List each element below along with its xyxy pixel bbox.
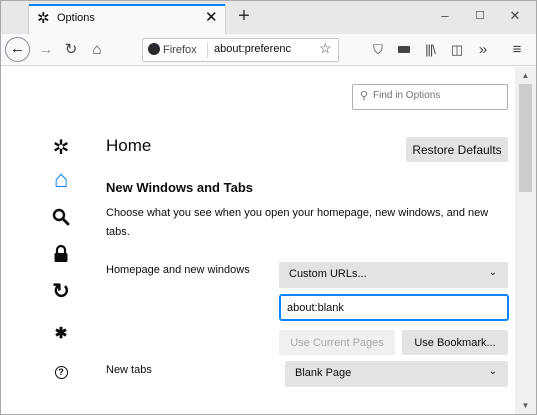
home-icon: ⌂ <box>92 41 102 58</box>
sidebar-icon: ◫ <box>450 42 464 57</box>
category-home[interactable]: ⌂ <box>49 168 73 192</box>
maximize-button[interactable]: ☐ <box>465 7 495 27</box>
lock-icon <box>54 244 68 262</box>
homepage-select[interactable]: Custom URLs... ⌄ <box>279 262 508 288</box>
category-search[interactable] <box>49 208 73 231</box>
url-bar[interactable]: Firefox about:preferenc ☆ <box>142 38 339 62</box>
new-tabs-label: New tabs <box>106 364 152 376</box>
section-description: Choose what you see when you open your h… <box>106 207 489 238</box>
homepage-select-value: Custom URLs... <box>289 268 367 280</box>
menu-button[interactable]: ≡ <box>507 39 527 61</box>
scroll-up-arrow-icon[interactable]: ▲ <box>515 67 536 84</box>
vertical-scrollbar[interactable]: ▲ ▼ <box>515 67 536 414</box>
find-in-options-box[interactable]: ⚲ <box>352 84 508 110</box>
restore-defaults-button[interactable]: Restore Defaults <box>406 137 508 162</box>
chevron-down-icon: ⌄ <box>488 267 497 278</box>
back-button[interactable]: ← <box>5 37 30 62</box>
navigation-toolbar: ← → ↻ ⌂ Firefox about:preferenc ☆ ⛉ |||\… <box>1 34 536 66</box>
sync-icon: ↻ <box>52 280 70 303</box>
firefox-logo-icon <box>148 43 160 55</box>
pocket-button[interactable]: ⛉ <box>368 39 388 61</box>
home-button[interactable]: ⌂ <box>87 39 107 61</box>
category-support[interactable]: ? <box>49 362 73 380</box>
preferences-page: ⚲ ✲ ⌂ ↻ ✱ ? Home Restore Defaults New Wi… <box>1 67 515 414</box>
back-icon: ← <box>10 40 25 57</box>
library-icon: |||\ <box>425 42 436 57</box>
url-separator <box>207 42 208 58</box>
minimize-button[interactable]: – <box>430 7 460 27</box>
home-icon: ⌂ <box>53 166 69 193</box>
browser-window: ✲ Options ✕ + – ☐ ✕ ← → ↻ ⌂ Firefox abou… <box>0 0 537 415</box>
tab-title: Options <box>57 12 95 24</box>
search-icon <box>52 208 70 226</box>
use-current-pages-button[interactable]: Use Current Pages <box>279 330 395 355</box>
page-title: Home <box>106 136 152 155</box>
new-tabs-select-value: Blank Page <box>295 367 352 379</box>
identity-box[interactable]: Firefox <box>148 43 197 56</box>
use-bookmark-button[interactable]: Use Bookmark... <box>402 330 508 355</box>
homepage-url-input[interactable] <box>279 294 509 321</box>
identity-label: Firefox <box>163 44 197 56</box>
pocket-icon: ⛉ <box>373 42 383 57</box>
url-text[interactable]: about:preferenc <box>214 43 308 55</box>
overflow-icon: » <box>478 41 488 58</box>
forward-icon: → <box>38 41 54 58</box>
screenshot-button[interactable] <box>394 39 414 61</box>
category-extensions[interactable]: ✱ <box>49 324 73 342</box>
find-in-options-input[interactable] <box>373 90 503 101</box>
chevron-down-icon: ⌄ <box>488 366 497 377</box>
help-icon: ? <box>54 366 68 379</box>
tab-options[interactable]: ✲ Options ✕ <box>29 4 225 34</box>
search-icon: ⚲ <box>360 90 369 102</box>
sidebar-button[interactable]: ◫ <box>447 39 467 61</box>
category-privacy[interactable] <box>49 244 73 268</box>
reload-button[interactable]: ↻ <box>61 39 81 61</box>
new-tab-button[interactable]: + <box>232 4 256 30</box>
close-tab-icon[interactable]: ✕ <box>205 9 218 27</box>
new-tabs-select[interactable]: Blank Page ⌄ <box>285 361 508 387</box>
category-general[interactable]: ✲ <box>49 135 73 160</box>
screenshot-icon <box>398 46 410 53</box>
category-sync[interactable]: ↻ <box>49 279 73 304</box>
reload-icon: ↻ <box>64 41 78 58</box>
scrollbar-thumb[interactable] <box>519 84 532 192</box>
overflow-button[interactable]: » <box>473 39 493 61</box>
homepage-label: Homepage and new windows <box>106 264 250 276</box>
section-title: New Windows and Tabs <box>106 180 253 195</box>
gear-icon: ✲ <box>52 137 70 159</box>
gear-icon: ✲ <box>37 10 50 27</box>
puzzle-icon: ✱ <box>54 325 68 342</box>
menu-icon: ≡ <box>512 41 522 58</box>
library-button[interactable]: |||\ <box>420 39 440 61</box>
scroll-down-arrow-icon[interactable]: ▼ <box>515 397 536 414</box>
tab-strip: ✲ Options ✕ + – ☐ ✕ <box>1 1 536 34</box>
forward-button[interactable]: → <box>36 39 56 61</box>
bookmark-star-icon[interactable]: ☆ <box>319 40 332 57</box>
close-window-button[interactable]: ✕ <box>500 7 530 27</box>
